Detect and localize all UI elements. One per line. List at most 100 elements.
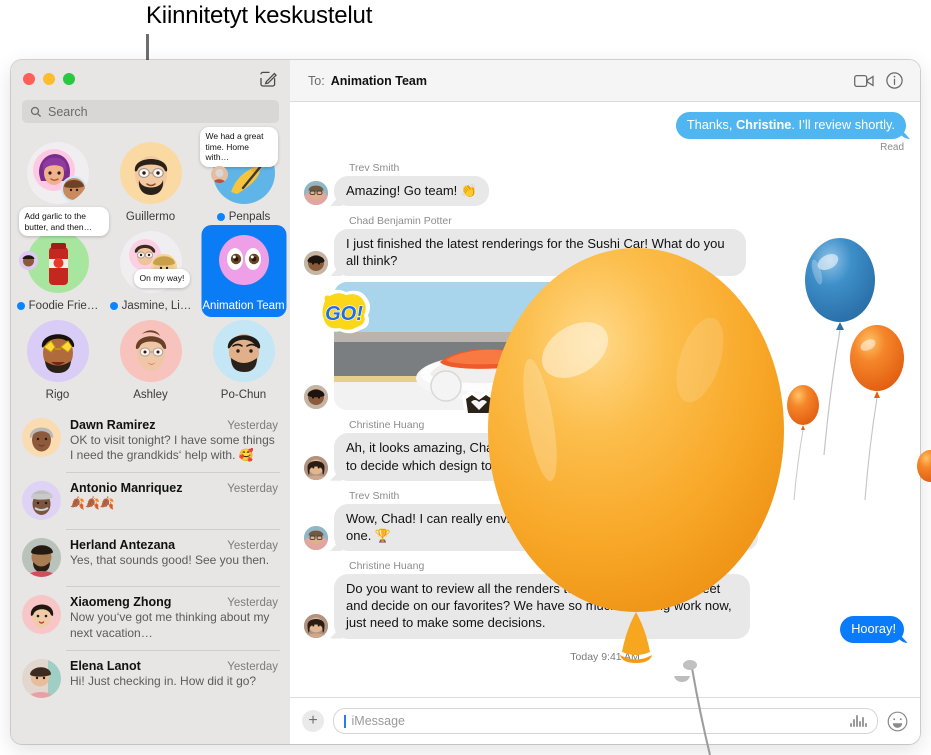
- svg-text:ZOOM: ZOOM: [564, 282, 607, 298]
- message-bubble-incoming[interactable]: Amazing! Go team! 👏: [334, 175, 490, 207]
- minimize-button[interactable]: [43, 73, 55, 85]
- bubble-text-bold: Christine: [735, 117, 792, 132]
- avatar: [22, 481, 61, 521]
- avatar: [22, 538, 61, 578]
- search-input[interactable]: Search: [22, 100, 279, 123]
- conversation-time: Yesterday: [227, 420, 278, 432]
- message-thread[interactable]: Thanks, Christine. I’ll review shortly. …: [290, 102, 920, 697]
- sticker-zoom[interactable]: ZOOM: [561, 275, 611, 310]
- message-bubble-incoming[interactable]: Ah, it looks amazing, Chad. I love it so…: [334, 433, 758, 481]
- sidebar: Search Guillermo We had a great time. Ho…: [11, 60, 290, 744]
- pin-name: Ashley: [133, 389, 168, 401]
- window-controls: [23, 73, 75, 85]
- message-group: Christine Huang Ah, it looks amazing, Ch…: [304, 419, 906, 481]
- pinned-item-label: Animation Team: [202, 300, 284, 312]
- message-sender: Christine Huang: [349, 419, 425, 432]
- video-camera-icon[interactable]: [852, 69, 876, 93]
- avatar: [304, 181, 328, 206]
- unread-dot: [109, 302, 118, 310]
- message-row-outgoing: Thanks, Christine. I’ll review shortly.: [304, 112, 906, 139]
- message-group: Trev Smith Amazing! Go team! 👏: [304, 161, 906, 207]
- message-row-incoming: I just finished the latest renderings fo…: [304, 229, 906, 277]
- avatar: [22, 658, 61, 698]
- pin-name: Jasmine, Li…: [121, 300, 192, 312]
- message-bubble-incoming[interactable]: Do you want to review all the renders to…: [334, 574, 750, 639]
- pinned-item-label: Penpals: [216, 211, 271, 223]
- recipient-name[interactable]: Animation Team: [331, 74, 427, 88]
- zoom-button[interactable]: [63, 73, 75, 85]
- list-item[interactable]: Xiaomeng Zhong Yesterday Now you‘ve got …: [11, 586, 290, 649]
- message-bubble-incoming[interactable]: Wow, Chad! I can really envision us taki…: [334, 503, 758, 552]
- info-circle-icon[interactable]: [882, 69, 906, 93]
- list-item[interactable]: Elena Lanot Yesterday Hi! Just checking …: [11, 649, 290, 707]
- conversation-preview: Now you‘ve got me thinking about my next…: [70, 610, 270, 640]
- conversation-preview: Hi! Just checking in. How did it go?: [70, 673, 257, 688]
- pinned-item-jasmine[interactable]: On my way! Jasmine, Li…: [104, 225, 197, 312]
- read-receipt: Read: [880, 141, 904, 153]
- message-bubble-incoming[interactable]: I just finished the latest renderings fo…: [334, 229, 746, 277]
- conversation-preview: 🍂🍂🍂: [70, 496, 115, 511]
- message-row-incoming: Amazing! Go team! 👏: [304, 175, 906, 207]
- avatar: [22, 418, 61, 457]
- pinned-item-guillermo[interactable]: Guillermo: [104, 136, 197, 223]
- pinned-item-label: Ashley: [133, 389, 168, 401]
- pinned-item-foodie-friends[interactable]: Add garlic to the butter, and then… Food…: [11, 207, 109, 312]
- list-item[interactable]: Herland Antezana Yesterday Yes, that sou…: [11, 529, 290, 586]
- pin-name: Animation Team: [202, 300, 285, 312]
- sidebar-titlebar: [11, 60, 290, 98]
- pinned-item-rigo[interactable]: Rigo: [11, 314, 104, 401]
- message-sender: Trev Smith: [349, 161, 400, 174]
- avatar: [304, 613, 328, 638]
- avatar: [22, 595, 61, 635]
- message-sender: Trev Smith: [349, 489, 400, 502]
- conversation-name: Elena Lanot: [70, 658, 141, 673]
- pin-name: Rigo: [45, 389, 70, 401]
- pinned-item-label: Rigo: [46, 389, 70, 401]
- list-item[interactable]: Antonio Manriquez Yesterday 🍂🍂🍂: [11, 472, 290, 529]
- bubble-text-suffix: . I’ll review shortly.: [791, 117, 895, 132]
- message-group: Chad Benjamin Potter I just finished the…: [304, 215, 906, 277]
- list-item[interactable]: Dawn Ramirez Yesterday OK to visit tonig…: [11, 409, 290, 472]
- pin-preview-tooltip: On my way!: [133, 269, 191, 288]
- sticker-heart-hands[interactable]: [459, 390, 499, 423]
- sticker-go[interactable]: GO!: [316, 289, 373, 341]
- pinned-item-pochun[interactable]: Po-Chun: [197, 314, 290, 401]
- unread-dot: [16, 302, 25, 310]
- pinned-item-ashley[interactable]: Ashley: [104, 314, 197, 401]
- message-row-incoming: GO! ZOOM: [304, 277, 906, 417]
- pinned-conversations-grid: Olivia & Will: [11, 127, 290, 409]
- pin-sender-avatar: [18, 251, 38, 270]
- message-input[interactable]: iMessage: [333, 708, 878, 734]
- message-placeholder: iMessage: [351, 714, 406, 728]
- message-group-attachment: GO! ZOOM: [304, 277, 906, 417]
- avatar: [304, 526, 328, 551]
- message-bubble-hooray[interactable]: Hooray!: [840, 616, 904, 643]
- pin-name: Po-Chun: [220, 389, 267, 401]
- pinned-item-penpals[interactable]: We had a great time. Home with… Penpals: [197, 127, 290, 223]
- pin-name: Penpals: [228, 211, 271, 223]
- conversation-list[interactable]: Dawn Ramirez Yesterday OK to visit tonig…: [11, 409, 290, 744]
- callout-label: Kiinnitetyt keskustelut: [146, 2, 373, 29]
- avatar: [304, 455, 328, 480]
- pinned-item-animation-team[interactable]: Animation Team: [197, 225, 290, 317]
- message-bubble-outgoing[interactable]: Thanks, Christine. I’ll review shortly.: [675, 112, 906, 139]
- message-group: Christine Huang Do you want to review al…: [304, 560, 906, 639]
- plus-icon[interactable]: +: [302, 710, 324, 732]
- to-label: To:: [308, 73, 325, 88]
- conversation-header: To: Animation Team: [290, 60, 920, 102]
- message-row-incoming: Do you want to review all the renders to…: [304, 574, 906, 639]
- text-caret: [344, 714, 346, 728]
- unread-dot: [216, 213, 225, 221]
- compose-icon[interactable]: [258, 69, 278, 89]
- messages-window: Search Guillermo We had a great time. Ho…: [11, 60, 920, 744]
- close-button[interactable]: [23, 73, 35, 85]
- avatar: [304, 251, 328, 276]
- pin-name: Foodie Frie…: [28, 300, 99, 312]
- pin-preview-tooltip: Add garlic to the butter, and then…: [18, 207, 109, 237]
- attachment-wrapper: GO! ZOOM: [318, 277, 646, 417]
- conversation-time: Yesterday: [227, 660, 278, 673]
- pinned-item-label: Guillermo: [126, 211, 175, 223]
- audio-waveform-icon[interactable]: [849, 715, 867, 727]
- pin-sender-avatar: [210, 166, 228, 183]
- emoji-smiley-icon[interactable]: [887, 711, 908, 732]
